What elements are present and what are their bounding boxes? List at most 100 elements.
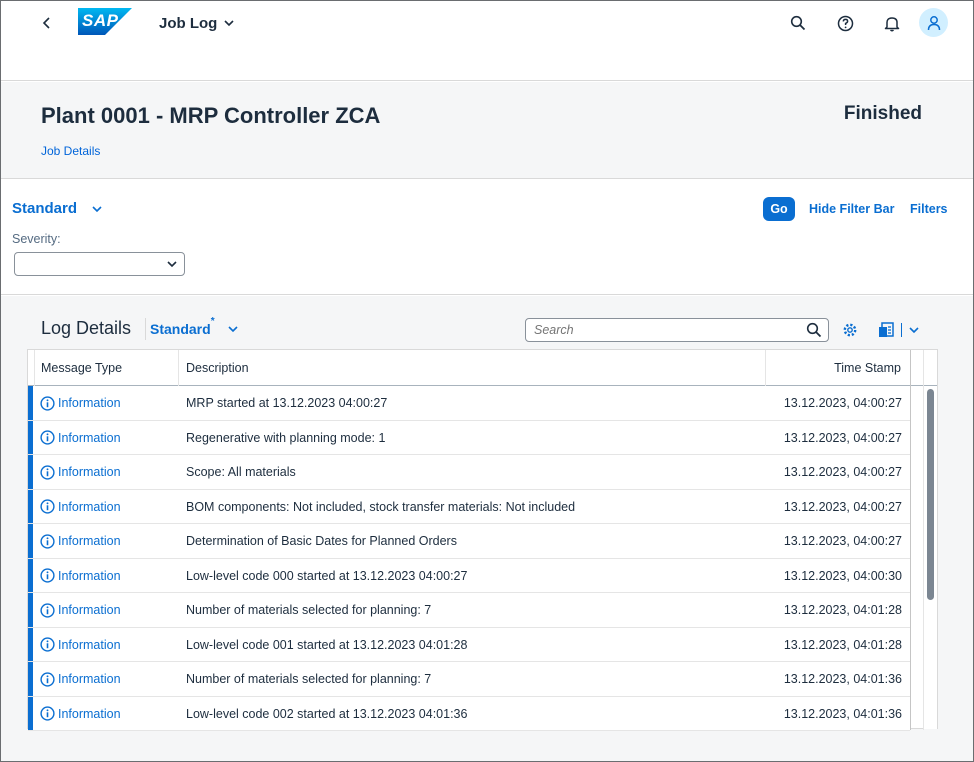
message-type-label: Information	[58, 672, 121, 686]
description-cell: Low-level code 000 started at 13.12.2023…	[186, 568, 468, 583]
message-type-cell[interactable]: Information	[40, 697, 121, 731]
table-row[interactable]: Information Number of materials selected …	[28, 662, 910, 697]
app-frame: SAP Job Log Plant 0001 - MRP Controller …	[0, 0, 974, 762]
description-cell: Number of materials selected for plannin…	[186, 672, 432, 686]
chevron-down-icon	[224, 20, 234, 27]
shell-bar: SAP Job Log	[1, 1, 973, 81]
search-input[interactable]	[526, 319, 796, 341]
message-type-cell[interactable]: Information	[40, 559, 121, 593]
timestamp-cell: 13.12.2023, 04:00:27	[783, 430, 902, 445]
timestamp-cell: 13.12.2023, 04:00:27	[783, 534, 902, 548]
message-type-cell[interactable]: Information	[40, 421, 121, 455]
information-icon	[40, 568, 55, 583]
message-type-label: Information	[58, 499, 121, 514]
filter-variant-label: Standard	[12, 200, 78, 217]
message-type-label: Information	[58, 430, 121, 445]
table-row[interactable]: Information Low-level code 001 started at…	[28, 627, 910, 662]
table-settings-button[interactable]	[841, 321, 859, 344]
table-row[interactable]: Information Low-level code 000 started at…	[28, 558, 910, 593]
row-highlight-bar	[28, 524, 33, 558]
gear-icon	[843, 323, 857, 337]
column-header-message-type[interactable]: Message Type	[41, 350, 122, 386]
message-type-cell[interactable]: Information	[40, 490, 121, 524]
description-cell: Low-level code 002 started at 13.12.2023…	[186, 706, 468, 721]
chevron-down-icon	[92, 205, 102, 212]
filter-bar: Standard Severity: Go Hide Filter Bar Fi…	[1, 180, 973, 295]
message-type-label: Information	[58, 603, 121, 617]
timestamp-cell: 13.12.2023, 04:01:36	[783, 672, 902, 686]
message-type-cell[interactable]: Information	[40, 593, 121, 627]
app-title-menu[interactable]: Job Log	[159, 13, 235, 33]
scrollbar-thumb[interactable]	[927, 389, 934, 600]
table-row[interactable]: Information Determination of Basic Dates …	[28, 524, 910, 559]
message-type-cell[interactable]: Information	[40, 662, 121, 696]
column-header-time-stamp[interactable]: Time Stamp	[834, 350, 901, 386]
table-header: Message Type Description Time Stamp	[28, 350, 937, 386]
description-cell: MRP started at 13.12.2023 04:00:27	[186, 396, 388, 410]
go-button[interactable]: Go	[763, 197, 795, 221]
timestamp-cell: 13.12.2023, 04:01:28	[783, 637, 902, 652]
message-type-label: Information	[58, 534, 121, 548]
table-variant-selector[interactable]: Standard*	[145, 316, 239, 340]
help-button[interactable]	[833, 11, 857, 35]
back-button[interactable]	[37, 13, 57, 33]
vertical-scrollbar[interactable]	[924, 386, 937, 729]
description-cell: Low-level code 001 started at 13.12.2023…	[186, 637, 468, 652]
table-row[interactable]: Information Low-level code 002 started at…	[28, 696, 910, 731]
page-title: Plant 0001 - MRP Controller ZCA	[41, 103, 381, 128]
message-type-cell[interactable]: Information	[40, 455, 121, 489]
column-divider	[910, 350, 911, 730]
log-table: Message Type Description Time Stamp Info…	[27, 349, 938, 731]
table-row[interactable]: Information Scope: All materials 13.12.202…	[28, 455, 910, 490]
description-cell: Scope: All materials	[186, 465, 296, 479]
description-cell: BOM components: Not included, stock tran…	[186, 499, 576, 514]
hide-filter-bar-button[interactable]: Hide Filter Bar	[809, 202, 894, 216]
row-highlight-bar	[28, 386, 33, 420]
chevron-left-icon	[42, 17, 50, 29]
help-icon	[837, 15, 853, 31]
table-row[interactable]: Information MRP started at 13.12.2023 04:…	[28, 386, 910, 421]
severity-label: Severity:	[12, 232, 61, 246]
sap-logo[interactable]: SAP	[78, 8, 132, 35]
job-details-link[interactable]: Job Details	[41, 144, 100, 158]
variant-modified-marker: *	[210, 316, 215, 327]
filters-button[interactable]: Filters	[910, 202, 948, 216]
sap-logo-text: SAP	[82, 11, 119, 30]
message-type-cell[interactable]: Information	[40, 524, 121, 558]
log-details-title: Log Details	[41, 318, 132, 338]
export-button[interactable]	[877, 321, 920, 339]
message-type-cell[interactable]: Information	[40, 628, 121, 662]
message-type-label: Information	[58, 637, 121, 652]
chevron-down-icon	[167, 261, 177, 268]
export-divider	[901, 323, 902, 337]
message-type-label: Information	[58, 396, 121, 410]
timestamp-cell: 13.12.2023, 04:01:36	[783, 706, 902, 721]
log-details-section: Log Details Standard* Search Message Typ…	[1, 296, 973, 761]
bell-icon	[884, 16, 900, 31]
filter-variant-selector[interactable]: Standard	[12, 200, 103, 217]
profile-avatar[interactable]	[919, 8, 948, 37]
row-highlight-bar	[28, 420, 33, 454]
row-highlight-bar	[28, 627, 33, 661]
message-type-cell[interactable]: Information	[40, 386, 121, 420]
notifications-button[interactable]	[880, 11, 904, 35]
chevron-down-icon	[228, 326, 238, 333]
table-row[interactable]: Information Number of materials selected …	[28, 593, 910, 628]
search-button[interactable]	[786, 11, 810, 35]
table-row[interactable]: Information Regenerative with planning mo…	[28, 420, 910, 455]
information-icon	[40, 706, 55, 721]
search-icon[interactable]	[806, 322, 822, 338]
table-row[interactable]: Information BOM components: Not included,…	[28, 489, 910, 524]
description-cell: Number of materials selected for plannin…	[186, 603, 432, 617]
column-header-description[interactable]: Description	[186, 350, 249, 386]
chevron-down-icon[interactable]	[908, 324, 920, 336]
timestamp-cell: 13.12.2023, 04:00:30	[783, 568, 902, 583]
severity-select[interactable]	[14, 252, 185, 276]
information-icon	[40, 430, 55, 445]
export-spreadsheet-icon	[879, 322, 894, 337]
search-field[interactable]	[525, 318, 829, 342]
timestamp-cell: 13.12.2023, 04:00:27	[783, 465, 902, 479]
information-icon	[40, 637, 55, 652]
information-icon	[40, 602, 55, 618]
app-title: Job Log	[159, 14, 218, 32]
